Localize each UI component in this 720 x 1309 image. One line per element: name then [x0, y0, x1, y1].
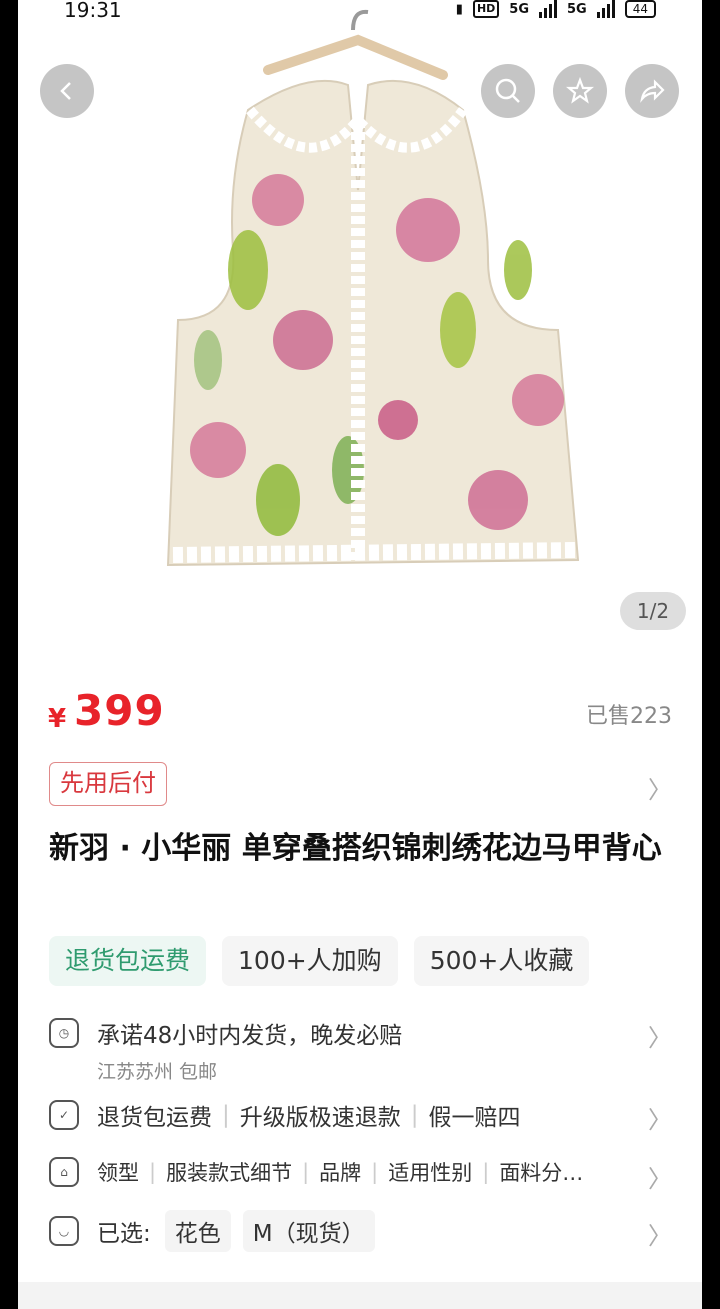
status-time: 19:31 [64, 0, 122, 22]
share-button[interactable] [625, 64, 679, 118]
chevron-right-icon[interactable]: 〉 [648, 1159, 672, 1194]
network-label-b: 5G [567, 1, 587, 17]
param-item: 领型 [97, 1161, 139, 1185]
separator: | [149, 1160, 157, 1184]
chevron-right-icon[interactable]: 〉 [648, 1018, 672, 1053]
product-image-gallery[interactable]: 1/2 [18, 0, 702, 660]
param-item: 适用性别 [388, 1161, 473, 1185]
clock-icon: ◷ [49, 1018, 79, 1048]
search-icon [495, 78, 520, 103]
param-item: 品牌 [319, 1161, 362, 1185]
section-divider [18, 1282, 702, 1309]
chevron-left-icon [60, 82, 71, 100]
selected-option: 花色 [164, 1210, 231, 1252]
cart-icon: ◡ [49, 1216, 79, 1246]
param-item: 服装款式细节 [166, 1161, 293, 1185]
status-icons: ▮ HD 5G 5G 44 [456, 0, 656, 18]
signal-icon [539, 0, 557, 18]
shipping-origin: 江苏苏州 包邮 [97, 1061, 218, 1083]
image-counter: 1/2 [620, 592, 686, 630]
pay-later-badge[interactable]: 先用后付 [49, 762, 167, 806]
separator: | [222, 1102, 230, 1128]
product-price: 399 [74, 686, 165, 735]
guarantee-item: 退货包运费 [97, 1105, 212, 1131]
sold-count: 已售223 [586, 704, 672, 729]
product-title: 新羽 · 小华丽 单穿叠搭织锦刺绣花边马甲背心 [49, 831, 662, 866]
chevron-right-icon[interactable]: 〉 [648, 770, 672, 805]
vibrate-icon: ▮ [455, 1, 463, 17]
chip-favorite-count[interactable]: 500+人收藏 [413, 936, 590, 986]
guarantee-row[interactable]: ✓ 退货包运费 | 升级版极速退款 | 假一赔四 [49, 1098, 672, 1132]
currency-symbol: ¥ [48, 704, 67, 734]
chevron-right-icon[interactable]: 〉 [648, 1100, 672, 1135]
product-page: 1/2 19:31 ▮ HD 5G 5G 44 ¥ 399 已售223 先用后付… [18, 0, 702, 1309]
battery-icon: 44 [624, 0, 656, 18]
separator: | [482, 1160, 490, 1184]
favorite-button[interactable] [553, 64, 607, 118]
selected-label: 已选: [97, 1221, 151, 1247]
share-icon [640, 79, 665, 103]
shield-check-icon: ✓ [49, 1100, 79, 1130]
chip-free-return[interactable]: 退货包运费 [49, 936, 207, 986]
feature-chips: 退货包运费 100+人加购 500+人收藏 [49, 936, 590, 986]
signal-icon-2 [596, 0, 615, 18]
selected-row[interactable]: ◡ 已选: 花色 M（现货） [49, 1210, 672, 1252]
shipping-row[interactable]: ◷ 承诺48小时内发货，晚发必赔 [49, 1016, 672, 1050]
separator: | [410, 1102, 419, 1128]
param-item: 面料分… [499, 1161, 584, 1185]
separator: | [371, 1160, 379, 1184]
separator: | [302, 1160, 310, 1184]
guarantee-item: 假一赔四 [428, 1105, 521, 1131]
network-label-a: 5G [509, 1, 529, 17]
hd-badge: HD [472, 0, 500, 18]
selected-option: M（现货） [242, 1210, 375, 1252]
price-row: ¥ 399 已售223 [48, 686, 672, 740]
chip-cart-count[interactable]: 100+人加购 [222, 936, 398, 986]
chevron-right-icon[interactable]: 〉 [648, 1216, 672, 1251]
star-icon [566, 77, 594, 104]
tag-icon: ⌂ [49, 1157, 79, 1187]
search-button[interactable] [481, 64, 535, 118]
status-bar: 19:31 ▮ HD 5G 5G 44 [18, 0, 702, 24]
params-row[interactable]: ⌂ 领型 | 服装款式细节 | 品牌 | 适用性别 | 面料分… [49, 1157, 672, 1187]
shipping-promise: 承诺48小时内发货，晚发必赔 [97, 1023, 403, 1049]
back-button[interactable] [40, 64, 94, 118]
guarantee-item: 升级版极速退款 [239, 1105, 401, 1131]
